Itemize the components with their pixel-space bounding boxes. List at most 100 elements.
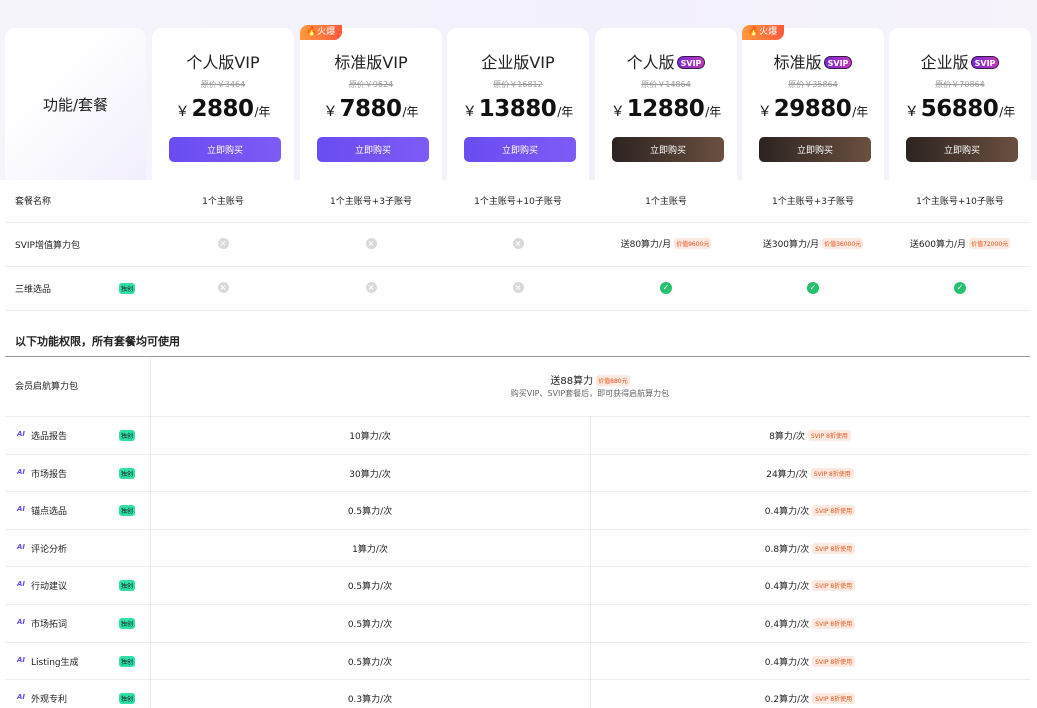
buy-button[interactable]: 立即购买 [169, 137, 281, 162]
original-price: 原价￥35864 [788, 80, 838, 89]
buy-button[interactable]: 立即购买 [759, 137, 871, 162]
svip-cost: 0.8算力/次 SVIP 8折使用 [590, 542, 1030, 555]
table-cell: 送300算力/月 价值36000元 [762, 238, 864, 250]
starter-value: 送88算力 价值880元 [550, 375, 630, 387]
vip-cost: 0.5算力/次 [347, 620, 393, 630]
table-row: 套餐名称 1个主账号 1个主账号+3子账号 1个主账号+10子账号 1个主账号 … [5, 180, 1030, 223]
svip-tag: SVIP [676, 56, 706, 69]
svip-cost: 0.4算力/次 SVIP 8折使用 [590, 655, 1030, 668]
original-badge: 独创 [119, 283, 136, 294]
table-cell: 1个主账号+10子账号 [474, 197, 562, 207]
ai-icon: AI [17, 580, 26, 589]
table-cell: 送80算力/月 价值9600元 [620, 238, 712, 250]
svip-discount-badge: SVIP 8折使用 [812, 505, 856, 517]
vip-cost: 0.3算力/次 [347, 695, 393, 706]
check-icon: ✓ [660, 282, 672, 294]
row-label: 锚点选品 [31, 507, 68, 518]
row-label: 会员启航算力包 [15, 382, 79, 392]
table-cell: ✓ [742, 282, 884, 294]
svip-cost: 0.4算力/次 SVIP 8折使用 [590, 617, 1030, 630]
table-cell: ✓ [889, 282, 1031, 294]
value-badge: 价值880元 [596, 375, 630, 386]
plan-price: ￥2880/年 [175, 96, 271, 122]
row-label: 评论分析 [31, 544, 68, 555]
svip-cost: 0.2算力/次 SVIP 8折使用 [590, 692, 1030, 705]
cross-icon: × [512, 238, 524, 249]
ai-icon: AI [17, 542, 26, 551]
hot-badge: 🔥火爆 [742, 25, 785, 40]
original-badge: 独创 [119, 430, 136, 441]
table-cell: × [300, 238, 442, 249]
table-row: AI Listing生成 独创 0.5算力/次 0.4算力/次 SVIP 8折使用 [5, 642, 1030, 681]
corner-card: 功能/套餐 [5, 28, 146, 180]
original-badge: 独创 [119, 505, 136, 517]
value-badge: 价值72000元 [969, 238, 1011, 249]
plan-price: ￥56880/年 [904, 96, 1016, 122]
svip-discount-badge: SVIP 8折使用 [810, 467, 854, 479]
svip-cost: 24算力/次 SVIP 8折使用 [590, 467, 1030, 480]
svip-cost: 0.4算力/次 SVIP 8折使用 [590, 504, 1030, 517]
buy-button[interactable]: 立即购买 [906, 137, 1018, 162]
vip-cost: 1算力/次 [352, 544, 388, 555]
plan-name: 标准版VIP [334, 53, 408, 72]
table-row: AI 市场拓词 独创 0.5算力/次 0.4算力/次 SVIP 8折使用 [5, 605, 1030, 643]
row-label: 市场拓词 [31, 620, 68, 630]
buy-button[interactable]: 立即购买 [317, 137, 429, 162]
plan-name: 个人版VIP [186, 53, 260, 72]
buy-button[interactable]: 立即购买 [612, 137, 724, 162]
cross-icon: × [512, 282, 524, 293]
row-label: SVIP增值算力包 [15, 241, 80, 251]
row-label: 套餐名称 [15, 197, 52, 207]
table-cell: 送600算力/月 价值72000元 [909, 238, 1011, 250]
plan-price: ￥12880/年 [610, 96, 722, 122]
ai-icon: AI [17, 505, 26, 514]
plan-price: ￥13880/年 [462, 96, 574, 122]
table-cell: × [300, 282, 442, 293]
original-price: 原价￥14864 [641, 80, 691, 89]
plan-card-personal-vip: 个人版VIP 原价￥3464 ￥2880/年 立即购买 [152, 28, 294, 180]
table-row: 三维选品 独创 × × × ✓ ✓ ✓ [5, 267, 1030, 311]
starter-note: 购买VIP、SVIP套餐后，即可获得启航算力包 [510, 389, 670, 398]
vip-cost: 0.5算力/次 [347, 657, 393, 668]
column-divider [150, 357, 151, 417]
table-row: AI 评论分析 1算力/次 0.8算力/次 SVIP 8折使用 [5, 529, 1030, 568]
vip-cost: 0.5算力/次 [347, 507, 393, 518]
cross-icon: × [365, 282, 377, 293]
row-label: Listing生成 [31, 657, 79, 668]
vip-cost: 30算力/次 [349, 469, 391, 480]
hot-badge: 🔥火爆 [300, 25, 343, 40]
svip-discount-badge: SVIP 8折使用 [812, 542, 856, 554]
cross-icon: × [217, 238, 229, 249]
svip-discount-badge: SVIP 8折使用 [812, 580, 856, 592]
svip-discount-badge: SVIP 8折使用 [812, 618, 856, 629]
cross-icon: × [365, 238, 377, 249]
plan-card-standard-svip: 🔥火爆 标准版 SVIP 原价￥35864 ￥29880/年 立即购买 [742, 25, 884, 180]
original-badge: 独创 [119, 580, 136, 592]
plan-price: ￥29880/年 [757, 96, 869, 122]
table-row: AI 市场报告 独创 30算力/次 24算力/次 SVIP 8折使用 [5, 454, 1030, 493]
table-cell: × [152, 282, 294, 293]
plan-card-personal-svip: 个人版 SVIP 原价￥14864 ￥12880/年 立即购买 [595, 28, 737, 180]
buy-button[interactable]: 立即购买 [464, 137, 576, 162]
table-cell: × [447, 238, 589, 249]
svip-cost: 8算力/次 SVIP 8折使用 [590, 429, 1030, 442]
table-cell: 1个主账号 [202, 197, 244, 207]
table-cell: 1个主账号+3子账号 [330, 197, 412, 207]
table-row: 会员启航算力包 送88算力 价值880元 购买VIP、SVIP套餐后，即可获得启航… [5, 357, 1030, 417]
row-label: 选品报告 [31, 432, 68, 442]
vip-cost: 10算力/次 [349, 432, 391, 442]
ai-icon: AI [17, 618, 26, 626]
svip-discount-badge: SVIP 8折使用 [812, 655, 856, 667]
ai-icon: AI [17, 693, 26, 702]
row-label: 三维选品 [15, 285, 52, 295]
vip-cost: 0.5算力/次 [347, 582, 393, 593]
table-cell: × [152, 238, 294, 249]
svip-tag: SVIP [823, 56, 853, 69]
table-row: AI 行动建议 独创 0.5算力/次 0.4算力/次 SVIP 8折使用 [5, 567, 1030, 605]
cross-icon: × [217, 282, 229, 293]
table-row: SVIP增值算力包 × × × 送80算力/月 价值9600元 送300算力/月价… [5, 223, 1030, 267]
original-badge: 独创 [119, 655, 136, 667]
original-price: 原价￥9624 [348, 80, 394, 89]
plan-name: 企业版VIP [481, 53, 555, 72]
table-row: AI 外观专利 独创 0.3算力/次 0.2算力/次 SVIP 8折使用 [5, 680, 1030, 708]
